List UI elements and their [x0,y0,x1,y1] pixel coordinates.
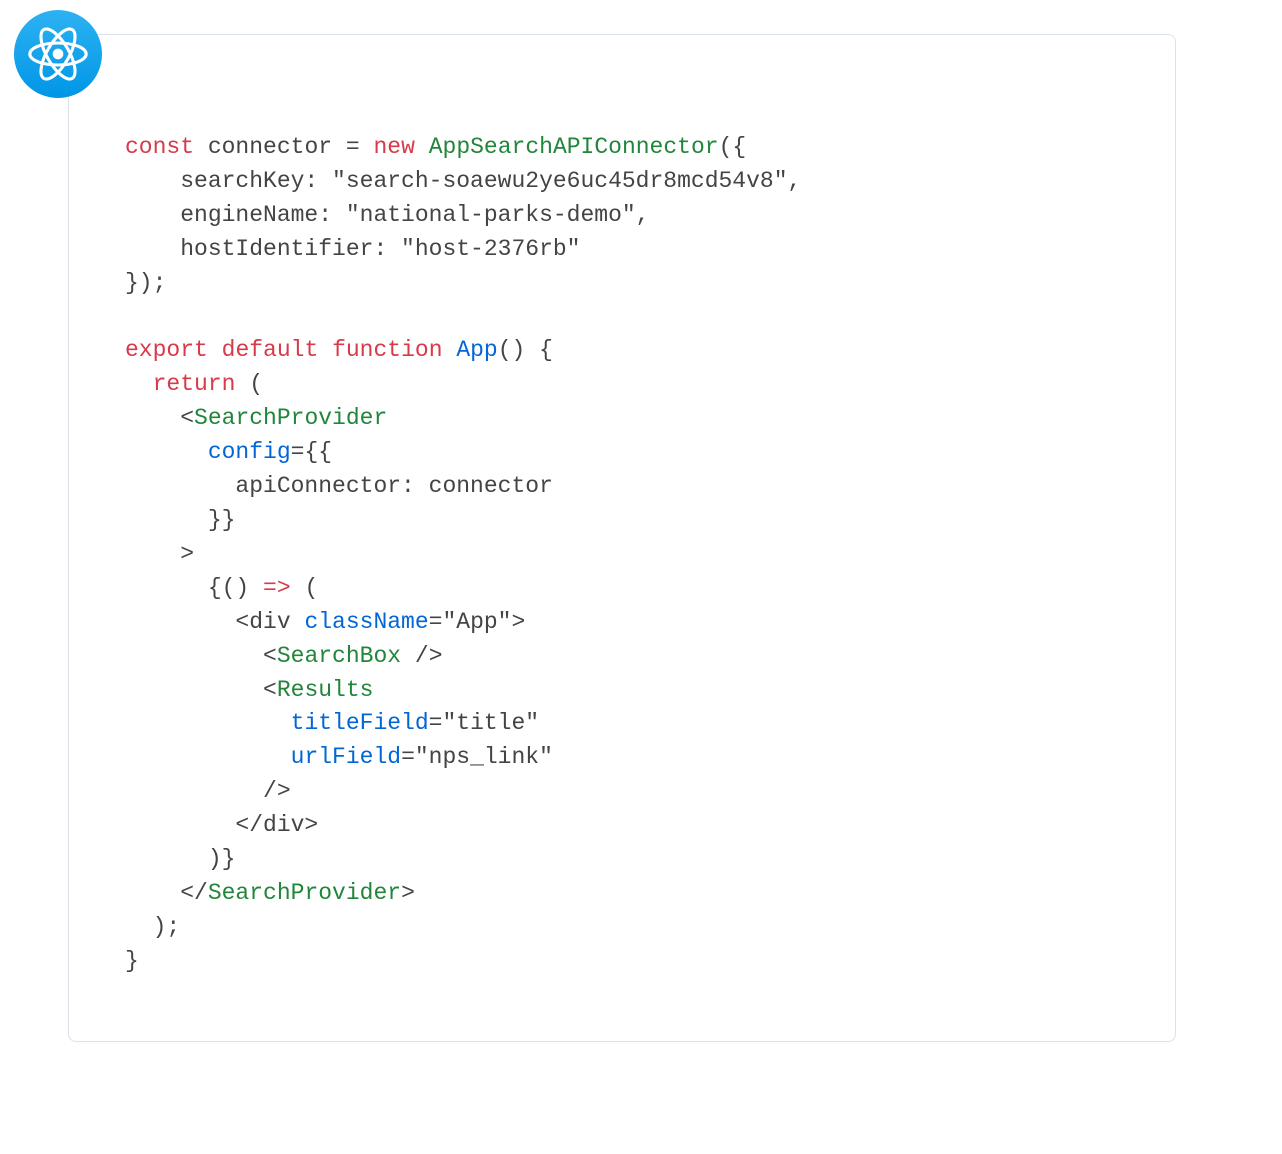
jsx-searchprovider-close: SearchProvider [208,880,401,906]
child-close: )} [208,846,236,872]
jsx-selfclose: /> [263,778,291,804]
jsx-open: < [180,405,194,431]
jsx-searchprovider-open: SearchProvider [194,405,387,431]
id-connector: connector [208,134,332,160]
line-enginename: engineName: "national-parks-demo", [125,202,650,228]
line-hostidentifier: hostIdentifier: "host-2376rb" [125,236,580,262]
urlfield-val: ="nps_link" [401,744,553,770]
attr-titlefield: titleField [291,710,429,736]
config-eq: ={{ [291,439,332,465]
jsx-open: < [263,643,277,669]
line-apiconnector: apiConnector: connector [125,473,553,499]
return-close: ); [153,914,181,940]
react-icon [27,23,89,85]
classname-val: ="App"> [429,609,526,635]
kw-function: function [332,337,442,363]
close-call: }); [125,270,166,296]
return-open: ( [235,371,263,397]
attr-config: config [208,439,291,465]
fn-close: } [125,948,139,974]
jsx-searchbox: SearchBox [277,643,401,669]
eq: = [332,134,373,160]
jsx-close-slash: </ [180,880,208,906]
div-open-a: <div [235,609,304,635]
child-open: {() [208,575,263,601]
kw-default: default [222,337,319,363]
config-close: }} [208,507,236,533]
react-logo-badge [14,10,102,98]
attr-urlfield: urlField [291,744,401,770]
child-open2: ( [291,575,319,601]
line-searchkey: searchKey: "search-soaewu2ye6uc45dr8mcd5… [125,168,801,194]
class-appsearchapiconnector: AppSearchAPIConnector [429,134,719,160]
titlefield-val: ="title" [429,710,539,736]
fn-parens: () { [498,337,553,363]
kw-export: export [125,337,208,363]
kw-const: const [125,134,194,160]
tag-close: > [180,541,194,567]
kw-new: new [373,134,414,160]
kw-return: return [153,371,236,397]
open-call: ({ [719,134,747,160]
code-panel: const connector = new AppSearchAPIConnec… [68,34,1176,1042]
attr-classname: className [304,609,428,635]
div-close: </div> [235,812,318,838]
arrow: => [263,575,291,601]
jsx-selfclose: /> [415,643,443,669]
code-block: const connector = new AppSearchAPIConnec… [125,131,1135,979]
jsx-results: Results [277,677,374,703]
id-app: App [456,337,497,363]
tag-close: > [401,880,415,906]
jsx-open: < [263,677,277,703]
